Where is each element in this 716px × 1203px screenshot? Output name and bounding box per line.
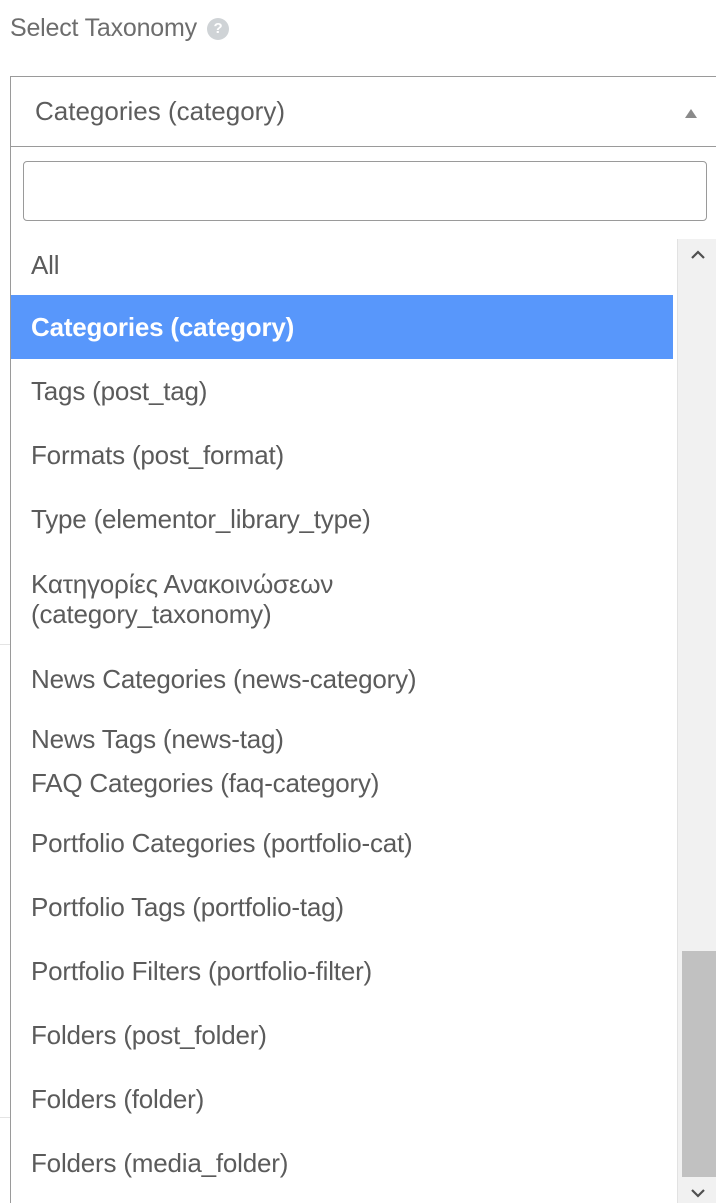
option-item[interactable]: Portfolio Categories (portfolio-cat) <box>11 811 673 875</box>
option-label: Portfolio Categories (portfolio-cat) <box>31 827 413 858</box>
option-label: All <box>31 249 60 280</box>
option-label: Κατηγορίες Ανακοινώσεων (category_taxono… <box>31 569 334 629</box>
option-item[interactable]: Tags (post_tag) <box>11 359 673 423</box>
field-label-text: Select Taxonomy <box>10 14 197 42</box>
panel-divider <box>0 1117 10 1118</box>
triangle-up-icon[interactable] <box>685 109 697 118</box>
search-input[interactable] <box>23 161 707 221</box>
option-label: Folders (folder) <box>31 1083 205 1114</box>
option-label: Categories (category) <box>31 311 295 342</box>
option-label: Type (elementor_library_type) <box>31 503 371 534</box>
option-label: Portfolio Tags (portfolio-tag) <box>31 891 344 922</box>
taxonomy-select[interactable]: Categories (category) <box>10 76 716 146</box>
panel-divider <box>0 644 10 645</box>
option-label: Folders (post_folder) <box>31 1019 267 1050</box>
option-label: Folders (media_folder) <box>31 1147 289 1178</box>
option-item[interactable]: Κατηγορίες Ανακοινώσεων (category_taxono… <box>11 551 673 647</box>
option-label: Tags (post_tag) <box>31 375 208 406</box>
option-item[interactable]: All <box>11 235 673 295</box>
select-dropdown: All Categories (category) Tags (post_tag… <box>10 146 716 1203</box>
option-item[interactable]: Portfolio Filters (portfolio-filter) <box>11 939 673 1003</box>
option-item[interactable]: Type (elementor_library_type) <box>11 487 673 551</box>
option-item[interactable]: News Categories (news-category) <box>11 647 673 711</box>
option-item[interactable]: FAQ Categories (faq-category) <box>11 755 673 811</box>
search-wrapper <box>23 161 710 221</box>
chevron-up-icon[interactable] <box>678 241 716 269</box>
help-icon[interactable]: ? <box>206 17 229 40</box>
field-label: Select Taxonomy ? <box>10 14 229 43</box>
scrollbar-thumb[interactable] <box>682 951 716 1177</box>
option-label: FAQ Categories (faq-category) <box>31 767 380 798</box>
option-item[interactable]: News Tags (news-tag) <box>11 711 673 755</box>
dropdown-scrollbar[interactable] <box>677 239 716 1203</box>
option-item[interactable]: Folders (folder) <box>11 1067 673 1131</box>
option-item[interactable]: Portfolio Tags (portfolio-tag) <box>11 875 673 939</box>
option-item-selected[interactable]: Categories (category) <box>11 295 673 359</box>
select-current-value: Categories (category) <box>35 96 285 126</box>
option-item[interactable]: Folders (post_folder) <box>11 1003 673 1067</box>
option-item[interactable]: Formats (post_format) <box>11 423 673 487</box>
chevron-down-icon[interactable] <box>678 1179 716 1203</box>
taxonomy-select-panel: Select Taxonomy ? Categories (category) … <box>0 0 716 1203</box>
option-label: News Tags (news-tag) <box>31 724 284 754</box>
option-label: Portfolio Filters (portfolio-filter) <box>31 955 372 986</box>
option-label: Formats (post_format) <box>31 439 284 470</box>
option-list: All Categories (category) Tags (post_tag… <box>11 235 673 1195</box>
option-item[interactable]: Folders (media_folder) <box>11 1131 673 1195</box>
option-label: News Categories (news-category) <box>31 663 417 694</box>
